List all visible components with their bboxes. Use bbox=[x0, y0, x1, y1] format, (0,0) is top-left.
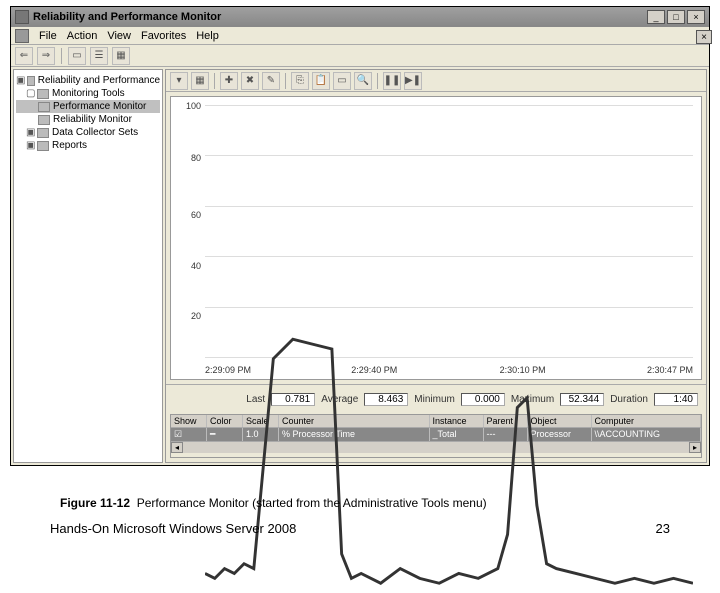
folder-icon bbox=[37, 128, 49, 138]
nav-tree[interactable]: ▣Reliability and Performance ▢Monitoring… bbox=[13, 69, 163, 463]
app-window: Reliability and Performance Monitor _ □ … bbox=[10, 6, 710, 466]
chart-toolbar: ▾ ▦ ✚ ✖ ✎ ⎘ 📋 ▭ 🔍 ❚❚ ▶❚ bbox=[166, 70, 706, 92]
xtick-a: 2:29:09 PM bbox=[205, 365, 251, 375]
freeze-button[interactable]: ❚❚ bbox=[383, 72, 401, 90]
menu-view[interactable]: View bbox=[107, 30, 131, 42]
ytick-80: 80 bbox=[171, 153, 201, 163]
cell-show: ☑ bbox=[171, 428, 207, 441]
tree-label: Performance Monitor bbox=[53, 101, 146, 112]
ytick-60: 60 bbox=[171, 210, 201, 220]
monitor-icon bbox=[38, 115, 50, 125]
xtick-b: 2:29:40 PM bbox=[351, 365, 397, 375]
footer-right: 23 bbox=[656, 521, 670, 536]
separator bbox=[285, 73, 286, 89]
add-counter-button[interactable]: ✚ bbox=[220, 72, 238, 90]
ytick-20: 20 bbox=[171, 311, 201, 321]
menu-action[interactable]: Action bbox=[67, 30, 98, 42]
titlebar[interactable]: Reliability and Performance Monitor _ □ … bbox=[11, 7, 709, 27]
separator bbox=[377, 73, 378, 89]
xtick-d: 2:30:47 PM bbox=[647, 365, 693, 375]
tree-reliability-monitor[interactable]: Reliability Monitor bbox=[16, 113, 160, 126]
tree-label: Reports bbox=[52, 140, 87, 151]
inner-close-button[interactable]: × bbox=[696, 30, 712, 44]
main-toolbar: ⇐ ⇒ ▭ ☰ ▦ bbox=[11, 45, 709, 67]
folder-icon bbox=[37, 89, 49, 99]
xtick-c: 2:30:10 PM bbox=[500, 365, 546, 375]
forward-button[interactable]: ⇒ bbox=[37, 47, 55, 65]
menubar: File Action View Favorites Help bbox=[11, 27, 709, 45]
menu-favorites[interactable]: Favorites bbox=[141, 30, 186, 42]
figure-caption: Figure 11-12 Performance Monitor (starte… bbox=[60, 496, 487, 510]
update-button[interactable]: ▶❚ bbox=[404, 72, 422, 90]
scroll-left-button[interactable]: ◂ bbox=[171, 442, 183, 453]
list-icon[interactable]: ☰ bbox=[90, 47, 108, 65]
view-dropdown[interactable]: ▾ bbox=[170, 72, 188, 90]
maximize-button[interactable]: □ bbox=[667, 10, 685, 24]
folder-icon bbox=[37, 141, 49, 151]
content-pane: ▾ ▦ ✚ ✖ ✎ ⎘ 📋 ▭ 🔍 ❚❚ ▶❚ 100 80 60 40 bbox=[165, 69, 707, 463]
delete-counter-button[interactable]: ✖ bbox=[241, 72, 259, 90]
monitor-icon bbox=[38, 102, 50, 112]
paste-button[interactable]: 📋 bbox=[312, 72, 330, 90]
col-show[interactable]: Show bbox=[171, 415, 207, 427]
back-button[interactable]: ⇐ bbox=[15, 47, 33, 65]
tree-reports[interactable]: ▣Reports bbox=[16, 139, 160, 152]
copy-button[interactable]: ⎘ bbox=[291, 72, 309, 90]
menu-file[interactable]: File bbox=[39, 30, 57, 42]
ytick-100: 100 bbox=[171, 101, 201, 111]
line-series bbox=[205, 105, 693, 593]
body: ▣Reliability and Performance ▢Monitoring… bbox=[11, 67, 709, 465]
app-icon bbox=[15, 10, 29, 24]
highlight-button[interactable]: ✎ bbox=[262, 72, 280, 90]
properties-button[interactable]: ▭ bbox=[333, 72, 351, 90]
tree-data-collector-sets[interactable]: ▣Data Collector Sets bbox=[16, 126, 160, 139]
tree-root-label: Reliability and Performance bbox=[38, 75, 160, 86]
figure-text: Performance Monitor (started from the Ad… bbox=[137, 496, 487, 510]
footer-left: Hands-On Microsoft Windows Server 2008 bbox=[50, 521, 296, 536]
menu-help[interactable]: Help bbox=[196, 30, 219, 42]
tree-label: Monitoring Tools bbox=[52, 88, 125, 99]
chart-view-icon[interactable]: ▦ bbox=[191, 72, 209, 90]
zoom-button[interactable]: 🔍 bbox=[354, 72, 372, 90]
minimize-button[interactable]: _ bbox=[647, 10, 665, 24]
separator bbox=[214, 73, 215, 89]
window-buttons: _ □ × bbox=[647, 10, 705, 24]
figure-number: Figure 11-12 bbox=[60, 496, 130, 510]
tree-label: Data Collector Sets bbox=[52, 127, 138, 138]
chart-area: 100 80 60 40 20 2:29:09 PM 2:29:40 PM bbox=[170, 96, 702, 380]
tree-monitoring-tools[interactable]: ▢Monitoring Tools bbox=[16, 87, 160, 100]
window-title: Reliability and Performance Monitor bbox=[33, 11, 647, 23]
mmc-icon bbox=[15, 29, 29, 43]
folder-icon bbox=[27, 76, 35, 86]
tree-root[interactable]: ▣Reliability and Performance bbox=[16, 74, 160, 87]
folder-icon[interactable]: ▭ bbox=[68, 47, 86, 65]
tree-label: Reliability Monitor bbox=[53, 114, 132, 125]
tree-performance-monitor[interactable]: Performance Monitor bbox=[16, 100, 160, 113]
export-icon[interactable]: ▦ bbox=[112, 47, 130, 65]
toolbar-separator bbox=[61, 48, 62, 64]
close-button[interactable]: × bbox=[687, 10, 705, 24]
ytick-40: 40 bbox=[171, 261, 201, 271]
